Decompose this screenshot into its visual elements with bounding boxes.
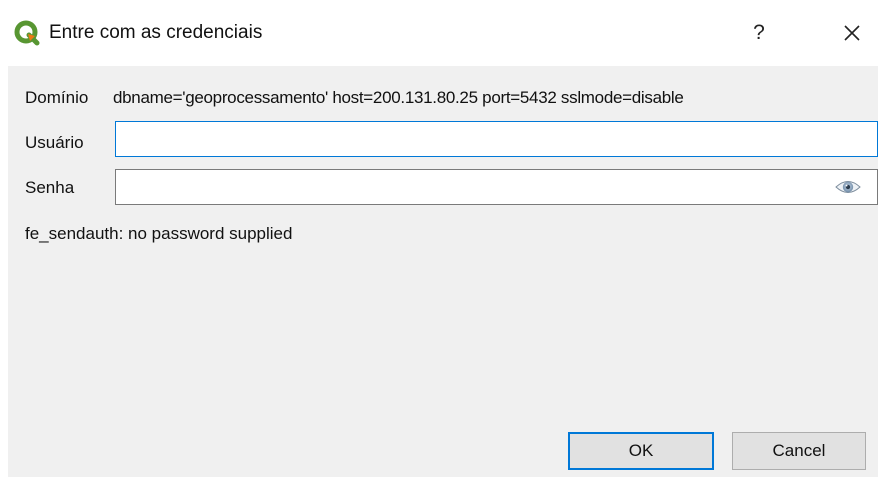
credentials-dialog: Entre com as credenciais ? Domínio dbnam… <box>0 0 878 477</box>
help-label: ? <box>753 21 765 44</box>
ok-button[interactable]: OK <box>568 432 714 470</box>
user-label: Usuário <box>25 133 84 152</box>
title-bar[interactable]: Entre com as credenciais ? <box>0 0 878 66</box>
close-button[interactable] <box>832 16 872 50</box>
user-input[interactable] <box>115 121 878 157</box>
help-button[interactable]: ? <box>742 16 776 50</box>
password-label: Senha <box>25 178 75 197</box>
error-message: fe_sendauth: no password supplied <box>25 224 293 243</box>
show-password-eye-icon[interactable] <box>834 177 862 197</box>
password-input[interactable] <box>115 169 878 205</box>
domain-value: dbname='geoprocessamento' host=200.131.8… <box>113 88 684 107</box>
cancel-button-label: Cancel <box>772 441 826 460</box>
ok-button-label: OK <box>628 441 654 460</box>
qgis-logo-icon <box>14 20 40 46</box>
dialog-body: Domínio dbname='geoprocessamento' host=2… <box>8 66 878 477</box>
domain-label: Domínio <box>25 88 89 107</box>
close-icon <box>844 25 860 41</box>
dialog-title: Entre com as credenciais <box>49 22 263 43</box>
cancel-button[interactable]: Cancel <box>732 432 866 470</box>
